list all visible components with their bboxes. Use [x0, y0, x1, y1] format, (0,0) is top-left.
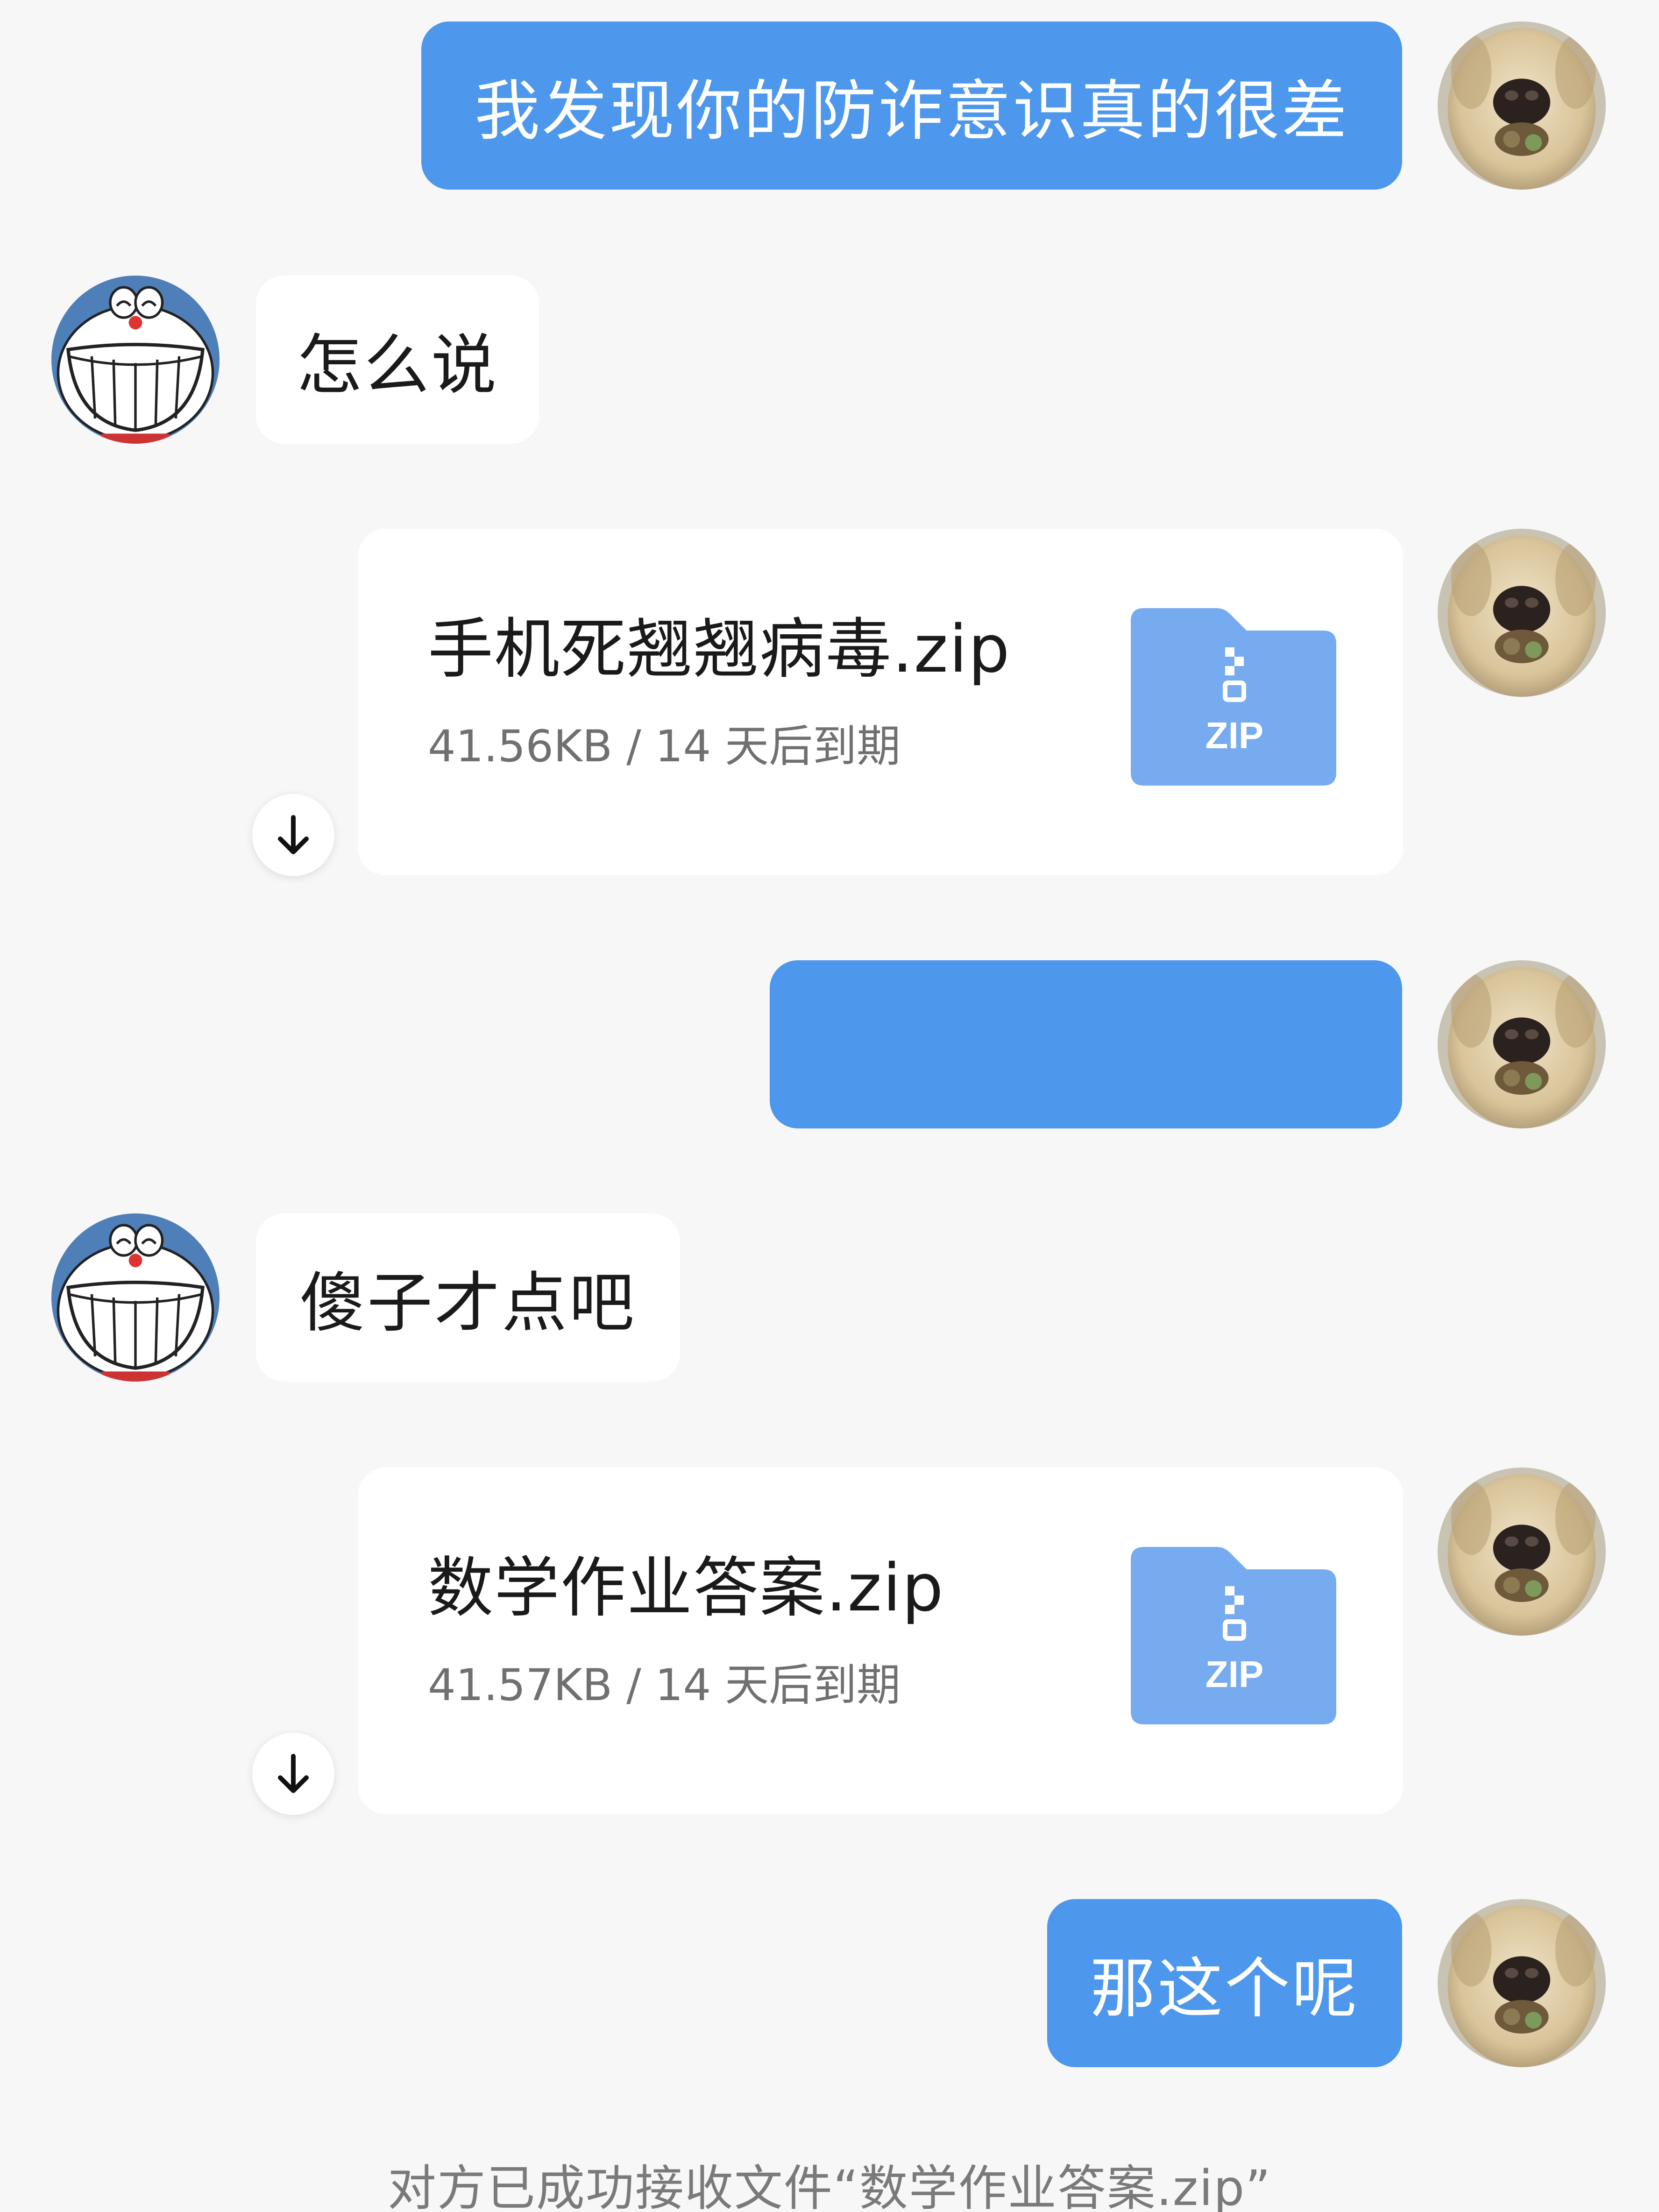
- chat-window: 我发现你的防诈意识真的很差 怎么说 手机死翘翘病毒.zip 41.56KB / …: [0, 0, 1659, 2212]
- file-card[interactable]: 手机死翘翘病毒.zip 41.56KB / 14 天后到期: [358, 529, 1403, 875]
- dog-avatar-icon[interactable]: [1438, 960, 1606, 1128]
- message-bubble-sent[interactable]: 我发现你的防诈意识真的很差: [421, 21, 1402, 190]
- file-received-status: 对方已成功接收文件“数学作业答案.zip”: [387, 2160, 1272, 2212]
- file-meta: 41.56KB / 14 天后到期: [428, 721, 901, 772]
- message-text: 傻子才点吧: [299, 1265, 636, 1341]
- file-name: 手机死翘翘病毒.zip: [428, 611, 1011, 688]
- message-text: 怎么说: [296, 327, 498, 404]
- download-button[interactable]: [252, 794, 334, 876]
- dog-avatar-icon[interactable]: [1438, 1899, 1606, 2067]
- dog-avatar-icon[interactable]: [1438, 529, 1606, 697]
- message-bubble-received[interactable]: 怎么说: [256, 276, 539, 444]
- dog-avatar-icon[interactable]: [1438, 1468, 1606, 1636]
- zip-file-icon: [1131, 1547, 1336, 1724]
- download-arrow-icon: [270, 812, 317, 858]
- file-name: 数学作业答案.zip: [428, 1550, 944, 1626]
- file-meta: 41.57KB / 14 天后到期: [428, 1660, 901, 1711]
- doraemon-avatar-icon[interactable]: [51, 1213, 220, 1382]
- message-bubble-sent[interactable]: [770, 960, 1402, 1128]
- download-arrow-icon: [270, 1751, 317, 1797]
- message-text: 我发现你的防诈意识真的很差: [474, 73, 1349, 149]
- download-button[interactable]: [252, 1733, 334, 1815]
- zip-file-icon: [1131, 608, 1336, 786]
- file-card[interactable]: 数学作业答案.zip 41.57KB / 14 天后到期: [358, 1468, 1403, 1814]
- doraemon-avatar-icon[interactable]: [51, 276, 220, 444]
- message-bubble-sent[interactable]: 那这个呢: [1047, 1899, 1402, 2067]
- dog-avatar-icon[interactable]: [1438, 21, 1606, 190]
- message-bubble-received[interactable]: 傻子才点吧: [256, 1213, 680, 1382]
- message-text: 那这个呢: [1090, 1951, 1359, 2027]
